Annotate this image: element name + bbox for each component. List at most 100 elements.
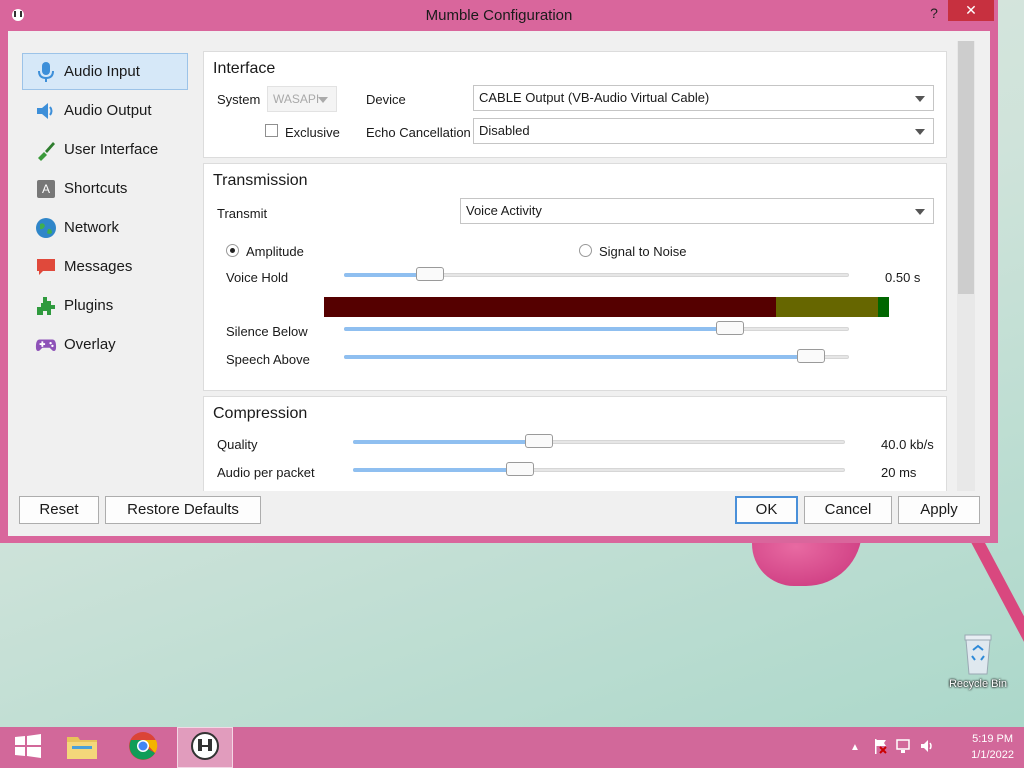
recycle-bin-icon — [961, 632, 995, 676]
system-select: WASAPI — [267, 86, 337, 112]
wallpaper-stem — [960, 517, 1024, 726]
vertical-scrollbar[interactable] — [957, 41, 975, 491]
compression-title: Compression — [213, 405, 308, 422]
sidebar-item-audio-output[interactable]: Audio Output — [22, 92, 188, 129]
sidebar-item-label: User Interface — [64, 141, 159, 158]
signal-to-noise-label: Signal to Noise — [599, 244, 687, 259]
interface-group: Interface System WASAPI Device CABLE Out… — [203, 51, 947, 158]
device-select[interactable]: CABLE Output (VB-Audio Virtual Cable) — [473, 85, 934, 111]
slider-fill — [344, 355, 811, 359]
category-sidebar: Audio Input Audio Output User Interface … — [22, 53, 188, 365]
file-explorer-icon — [66, 732, 98, 763]
recycle-bin-shortcut[interactable]: Recycle Bin — [940, 632, 1016, 690]
volume-icon[interactable] — [920, 738, 936, 757]
echo-cancellation-value: Disabled — [479, 123, 530, 138]
mumble-icon — [190, 731, 220, 764]
chevron-down-icon — [915, 209, 925, 215]
slider-fill — [353, 440, 539, 444]
sidebar-item-shortcuts[interactable]: A Shortcuts — [22, 170, 188, 207]
slider-handle[interactable] — [797, 349, 825, 363]
taskbar-clock[interactable]: 5:19 PM 1/1/2022 — [971, 731, 1014, 763]
device-select-value: CABLE Output (VB-Audio Virtual Cable) — [479, 90, 710, 105]
meter-between-zone — [776, 297, 878, 317]
show-hidden-icons-icon[interactable]: ▲ — [850, 742, 860, 753]
quality-slider[interactable] — [353, 432, 845, 452]
sidebar-item-audio-input[interactable]: Audio Input — [22, 53, 188, 90]
transmit-select-value: Voice Activity — [466, 203, 542, 218]
transmit-label: Transmit — [217, 206, 268, 221]
audio-per-packet-label: Audio per packet — [217, 465, 315, 480]
amplitude-label: Amplitude — [246, 244, 304, 259]
apply-button[interactable]: Apply — [898, 496, 980, 524]
action-center-flag-icon[interactable] — [874, 738, 888, 757]
clock-time: 5:19 PM — [972, 733, 1014, 745]
chat-bubble-icon — [35, 256, 57, 278]
key-letter: A — [42, 182, 50, 196]
silence-below-slider[interactable] — [344, 319, 849, 339]
reset-button[interactable]: Reset — [19, 496, 99, 524]
sidebar-item-network[interactable]: Network — [22, 209, 188, 246]
recycle-bin-label: Recycle Bin — [948, 678, 1008, 690]
windows-start-icon — [14, 734, 42, 761]
cancel-button[interactable]: Cancel — [804, 496, 892, 524]
chevron-down-icon — [915, 129, 925, 135]
compression-group: Compression Quality 40.0 kb/s Audio per … — [203, 396, 947, 491]
close-button[interactable]: ✕ — [948, 0, 994, 21]
device-label: Device — [366, 92, 406, 107]
transmit-select[interactable]: Voice Activity — [460, 198, 934, 224]
scrollbar-thumb[interactable] — [958, 41, 974, 294]
clock-date: 1/1/2022 — [971, 749, 1014, 761]
chevron-down-icon — [915, 96, 925, 102]
sidebar-item-messages[interactable]: Messages — [22, 248, 188, 285]
sidebar-item-label: Overlay — [64, 336, 116, 353]
slider-fill — [344, 327, 730, 331]
meter-speech-zone — [878, 297, 889, 317]
ok-button[interactable]: OK — [735, 496, 798, 524]
help-button[interactable]: ? — [922, 3, 946, 23]
sidebar-item-user-interface[interactable]: User Interface — [22, 131, 188, 168]
audio-level-meter — [324, 297, 889, 317]
voice-hold-slider[interactable] — [344, 265, 849, 285]
keyboard-key-icon: A — [35, 178, 57, 200]
taskbar-chrome[interactable] — [115, 727, 171, 768]
transmission-group: Transmission Transmit Voice Activity Amp… — [203, 163, 947, 391]
exclusive-label: Exclusive — [285, 125, 340, 140]
speech-above-label: Speech Above — [226, 352, 310, 367]
speaker-icon — [35, 100, 57, 122]
silence-below-label: Silence Below — [226, 324, 308, 339]
taskbar: ▲ 5:19 PM 1/1/2022 — [0, 727, 1024, 768]
puzzle-icon — [35, 295, 57, 317]
speech-above-slider[interactable] — [344, 347, 849, 367]
slider-fill — [353, 468, 520, 472]
sidebar-item-label: Network — [64, 219, 120, 236]
title-bar[interactable]: Mumble Configuration ? ✕ — [0, 0, 998, 30]
network-icon[interactable] — [896, 738, 912, 757]
signal-to-noise-radio[interactable] — [579, 244, 592, 257]
slider-handle[interactable] — [716, 321, 744, 335]
dialog-client-area: Audio Input Audio Output User Interface … — [8, 31, 990, 536]
sidebar-item-label: Shortcuts — [64, 180, 128, 197]
window-title: Mumble Configuration — [425, 7, 573, 24]
voice-hold-value: 0.50 s — [885, 270, 921, 285]
echo-cancellation-select[interactable]: Disabled — [473, 118, 934, 144]
start-button[interactable] — [0, 727, 56, 768]
exclusive-checkbox[interactable] — [265, 124, 278, 137]
sidebar-item-plugins[interactable]: Plugins — [22, 287, 188, 324]
gamepad-icon — [35, 334, 57, 356]
chrome-icon — [128, 731, 158, 764]
taskbar-mumble[interactable] — [177, 727, 233, 768]
sidebar-item-label: Messages — [64, 258, 133, 275]
sidebar-item-overlay[interactable]: Overlay — [22, 326, 188, 363]
slider-handle[interactable] — [416, 267, 444, 281]
system-label: System — [217, 92, 261, 107]
slider-handle[interactable] — [525, 434, 553, 448]
audio-per-packet-slider[interactable] — [353, 460, 845, 480]
brush-icon — [35, 139, 57, 161]
sidebar-item-label: Plugins — [64, 297, 114, 314]
amplitude-radio[interactable] — [226, 244, 239, 257]
chevron-down-icon — [318, 97, 328, 103]
slider-handle[interactable] — [506, 462, 534, 476]
quality-value: 40.0 kb/s — [881, 437, 934, 452]
restore-defaults-button[interactable]: Restore Defaults — [105, 496, 261, 524]
taskbar-file-explorer[interactable] — [54, 727, 110, 768]
